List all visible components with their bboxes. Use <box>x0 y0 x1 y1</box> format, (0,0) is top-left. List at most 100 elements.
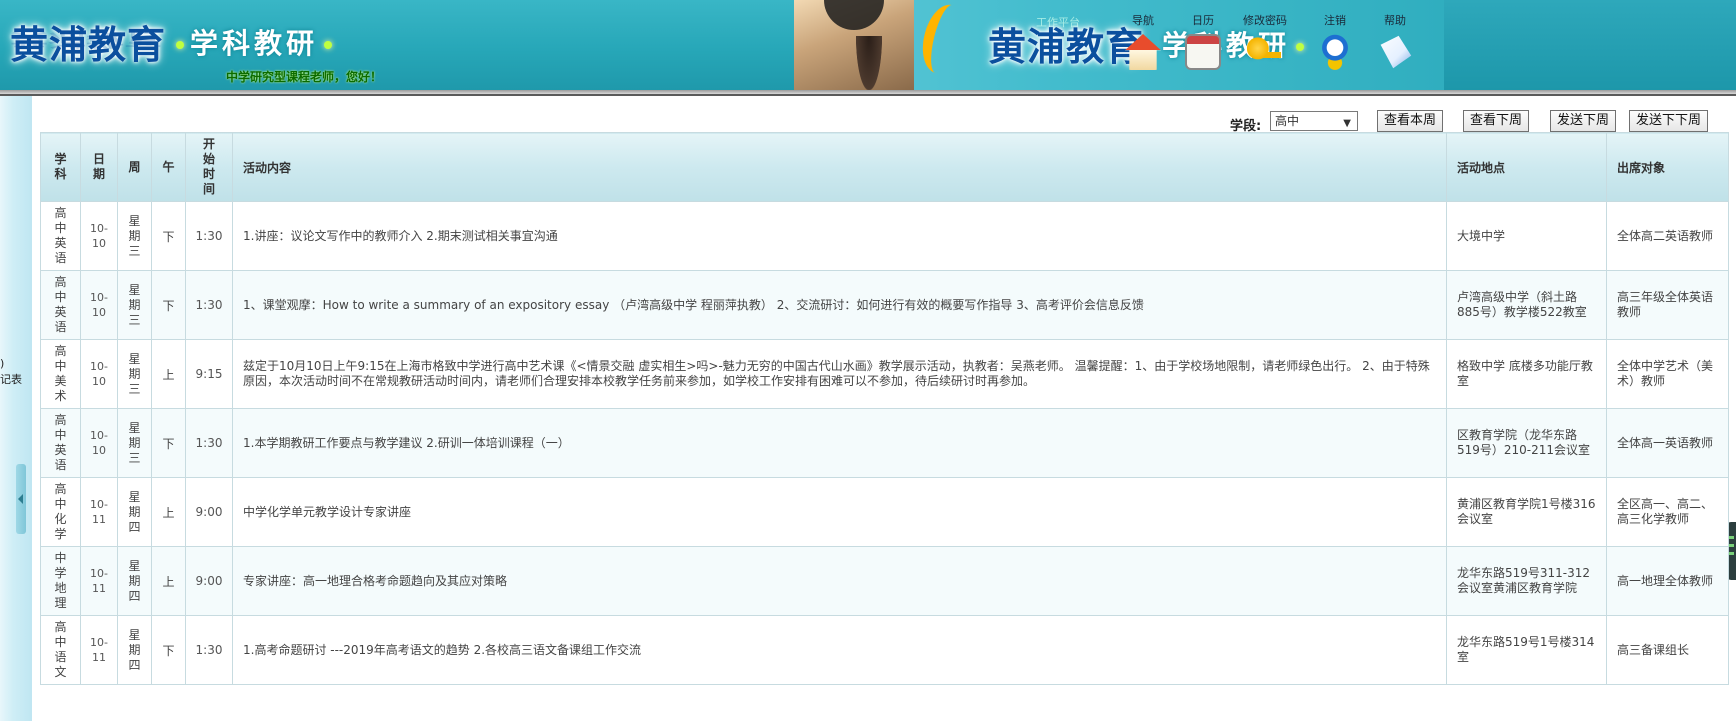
cell-subject-text: 中学地理 <box>54 551 67 610</box>
help-icon[interactable] <box>1380 35 1412 69</box>
cell-place-text: 龙华东路519号1号楼314室 <box>1457 635 1595 664</box>
cell-content: 1.高考命题研讨 ---2019年高考语文的趋势 2.各校高三语文备课组工作交流 <box>232 615 1447 685</box>
cell-date: 10-10 <box>80 408 118 478</box>
cell-subject-text: 高中化学 <box>54 482 67 541</box>
cell-start-time: 1:30 <box>185 201 233 271</box>
header-audience: 出席对象 <box>1606 132 1729 202</box>
cell-weekday: 星期三 <box>117 339 152 409</box>
nav-label: 注销 <box>1324 14 1346 27</box>
send-next-week-button[interactable]: 发送下周 <box>1550 110 1617 132</box>
view-next-week-button[interactable]: 查看下周 <box>1463 110 1530 132</box>
graduation-cap-icon <box>824 0 884 30</box>
cell-half-day: 上 <box>151 546 186 616</box>
cell-start-time-text: 9:00 <box>195 505 223 519</box>
cell-subject-text: 高中美术 <box>54 344 67 403</box>
cell-audience: 高一地理全体教师 <box>1606 546 1729 616</box>
calendar-icon[interactable] <box>1185 34 1221 70</box>
subject-title-text: 学科教研 <box>190 27 319 60</box>
cell-content-text: 1、课堂观摩：How to write a summary of an expo… <box>243 297 1144 312</box>
cell-weekday-text: 星期三 <box>128 282 141 327</box>
cell-content-text: 兹定于10月10日上午9:15在上海市格致中学进行高中艺术课《<情景交融 虚实相… <box>243 359 1430 388</box>
view-this-week-button[interactable]: 查看本周 <box>1377 110 1444 132</box>
top-nav: 导航 日历 修改密码 注销 帮助 <box>1116 12 1436 78</box>
cell-subject: 高中英语 <box>40 408 81 478</box>
key-icon[interactable] <box>1247 34 1283 70</box>
cell-half-day-text: 上 <box>162 505 175 520</box>
cell-weekday: 星期四 <box>117 477 152 547</box>
dot-icon <box>324 41 333 49</box>
cell-date-text: 10-10 <box>90 360 108 388</box>
nav-label: 日历 <box>1192 14 1214 27</box>
cell-half-day-text: 下 <box>162 298 175 313</box>
header-date: 日期 <box>80 132 118 202</box>
header-subject: 学科 <box>40 132 81 202</box>
cell-audience: 高三年级全体英语教师 <box>1606 270 1729 340</box>
dropdown-arrow-icon: ▼ <box>1343 118 1351 129</box>
cell-start-time: 1:30 <box>185 615 233 685</box>
cell-audience-text: 高三备课组长 <box>1617 642 1690 657</box>
cell-weekday-text: 星期四 <box>128 558 141 603</box>
logout-icon[interactable] <box>1317 34 1353 70</box>
cell-content-text: 1.本学期教研工作要点与教学建议 2.研训一体培训课程（一） <box>243 435 570 450</box>
cell-place: 龙华东路519号311-312会议室黄浦区教育学院 <box>1446 546 1607 616</box>
schedule-table-container: 学科 日期 周 午 开始时间 活动内容 活动地点 出席对象 高中英语 10-10 星… <box>40 132 1729 685</box>
cell-subject-text: 高中英语 <box>54 413 67 472</box>
nav-label: 导航 <box>1132 14 1154 27</box>
sidebar-edge-text: ) 记表 <box>0 357 22 386</box>
logo-left: 黄浦教育 黄浦教育 <box>10 14 166 69</box>
header-start-time: 开始时间 <box>185 132 233 202</box>
cell-half-day: 下 <box>151 615 186 685</box>
greeting-text: 中学研究型课程老师，您好！ <box>226 70 383 84</box>
table-row: 高中语文 10-11 星期四 下 1:30 1.高考命题研讨 ---2019年高考语文的趋… <box>40 615 1729 685</box>
cell-weekday: 星期三 <box>117 408 152 478</box>
cell-start-time-text: 1:30 <box>195 643 223 657</box>
schedule-table: 学科 日期 周 午 开始时间 活动内容 活动地点 出席对象 高中英语 10-10 星… <box>40 132 1729 685</box>
cell-half-day: 下 <box>151 201 186 271</box>
banner-end <box>1444 0 1736 90</box>
cell-subject: 高中语文 <box>40 615 81 685</box>
cell-half-day: 上 <box>151 339 186 409</box>
cell-subject: 高中英语 <box>40 201 81 271</box>
sidebar-toggle-handle[interactable] <box>16 464 26 534</box>
cell-audience: 全体中学艺术（美术）教师 <box>1606 339 1729 409</box>
cell-place: 卢湾高级中学（斜土路885号）教学楼522教室 <box>1446 270 1607 340</box>
nav-item-logout[interactable]: 注销 <box>1308 12 1362 73</box>
cell-weekday: 星期三 <box>117 201 152 271</box>
cell-place: 大境中学 <box>1446 201 1607 271</box>
cell-start-time-text: 1:30 <box>195 298 223 312</box>
cell-half-day-text: 上 <box>162 367 175 382</box>
cell-place-text: 龙华东路519号311-312会议室黄浦区教育学院 <box>1457 566 1591 595</box>
send-week-after-next-button[interactable]: 发送下下周 <box>1629 110 1709 132</box>
cell-content-text: 1.高考命题研讨 ---2019年高考语文的趋势 2.各校高三语文备课组工作交流 <box>243 642 642 657</box>
table-row: 高中化学 10-11 星期四 上 9:00 中学化学单元教学设计专家讲座 黄浦区教育学院1号… <box>40 477 1729 547</box>
stage-select[interactable]: 高中 ▼ <box>1270 111 1358 131</box>
cell-subject-text: 高中英语 <box>54 275 67 334</box>
nav-label: 帮助 <box>1384 14 1406 27</box>
cell-date: 10-10 <box>80 270 118 340</box>
cell-place: 区教育学院（龙华东路519号）210-211会议室 <box>1446 408 1607 478</box>
flame-logo-icon <box>916 0 972 78</box>
cell-start-time-text: 1:30 <box>195 229 223 243</box>
cell-audience-text: 高一地理全体教师 <box>1617 573 1714 588</box>
cell-half-day-text: 下 <box>162 229 175 244</box>
cell-place-text: 区教育学院（龙华东路519号）210-211会议室 <box>1457 428 1591 457</box>
cell-half-day-text: 上 <box>162 574 175 589</box>
nav-item-home[interactable]: 导航 <box>1116 12 1170 73</box>
cell-content: 中学化学单元教学设计专家讲座 <box>232 477 1447 547</box>
cell-start-time-text: 1:30 <box>195 436 223 450</box>
nav-item-calendar[interactable]: 日历 <box>1176 12 1230 73</box>
cell-weekday: 星期三 <box>117 270 152 340</box>
left-sidebar-collapsed <box>0 96 32 721</box>
cell-audience-text: 全区高一、高二、高三化学教师 <box>1617 497 1714 526</box>
cell-start-time: 9:00 <box>185 477 233 547</box>
nav-item-help[interactable]: 帮助 <box>1368 12 1422 73</box>
nav-item-change-password[interactable]: 修改密码 <box>1238 12 1292 73</box>
cell-start-time: 1:30 <box>185 408 233 478</box>
cell-subject: 高中英语 <box>40 270 81 340</box>
header-content: 活动内容 <box>232 132 1447 202</box>
stage-select-value: 高中 <box>1275 114 1300 128</box>
table-row: 高中英语 10-10 星期三 下 1:30 1.讲座：议论文写作中的教师介入 2.期末测试… <box>40 201 1729 271</box>
home-icon[interactable] <box>1125 34 1161 70</box>
cell-audience-text: 高三年级全体英语教师 <box>1617 290 1714 319</box>
cell-date: 10-11 <box>80 615 118 685</box>
